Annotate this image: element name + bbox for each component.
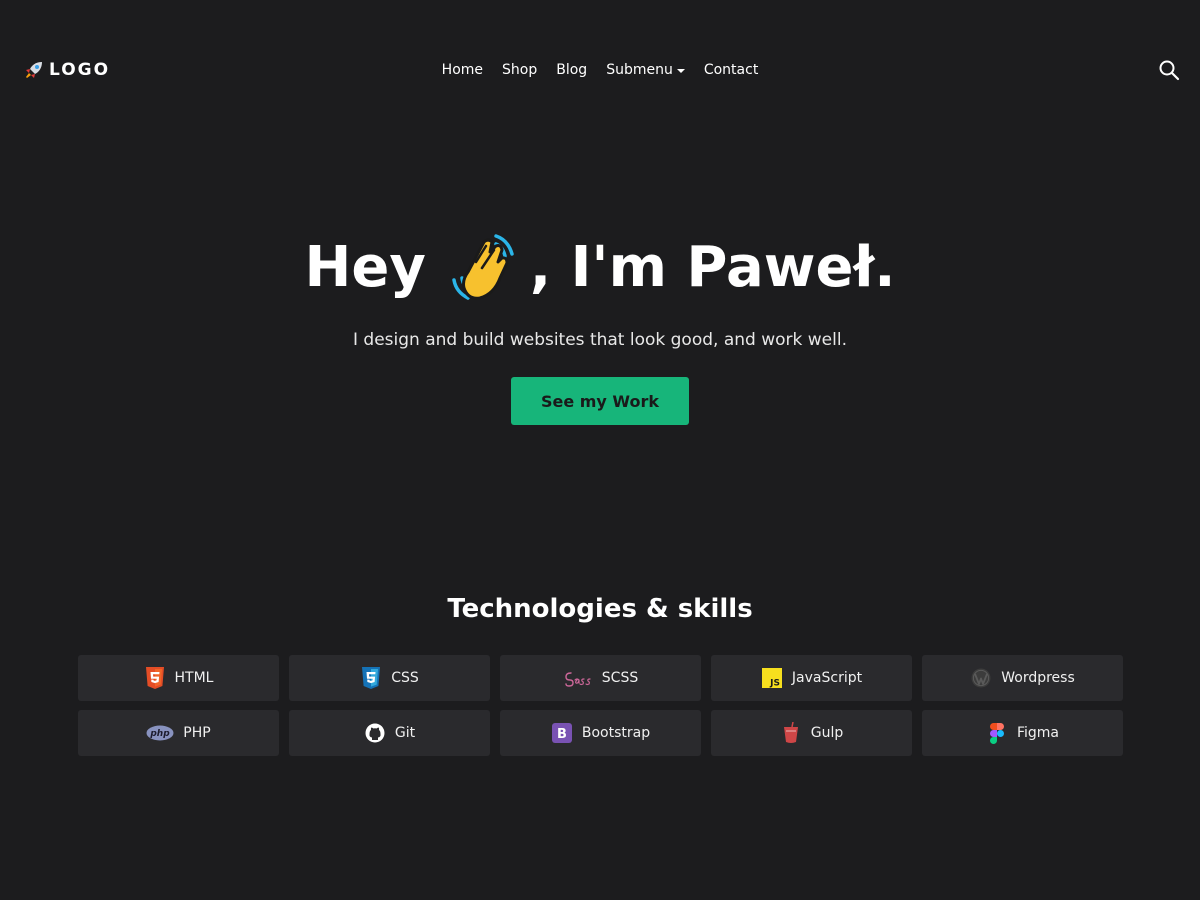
github-icon (364, 722, 386, 744)
skill-label: Wordpress (1001, 670, 1075, 686)
skill-card-figma: Figma (922, 710, 1123, 756)
skill-card-git: Git (289, 710, 490, 756)
skills-grid: HTML CSS SCSS JS JavaScript Wordpress ph… (78, 655, 1123, 756)
main-nav: Home Shop Blog Submenu Contact (0, 58, 1200, 82)
skill-label: Gulp (810, 725, 844, 741)
skill-card-bootstrap: B Bootstrap (500, 710, 701, 756)
skill-card-gulp: Gulp (711, 710, 912, 756)
figma-icon (986, 722, 1008, 744)
nav-item-shop[interactable]: Shop (502, 62, 537, 78)
skill-label: HTML (174, 670, 214, 686)
skill-card-javascript: JS JavaScript (711, 655, 912, 701)
bootstrap-icon: B (551, 722, 573, 744)
skill-label: Git (394, 725, 416, 741)
hero-title-greeting: Hey (304, 234, 426, 300)
php-icon: php (146, 722, 174, 744)
gulp-icon (780, 722, 802, 744)
skills-title: Technologies & skills (447, 594, 753, 624)
skill-label: PHP (183, 725, 211, 741)
nav-item-submenu-label: Submenu (606, 62, 673, 78)
skill-card-css: CSS (289, 655, 490, 701)
nav-item-contact[interactable]: Contact (704, 62, 758, 78)
caret-down-icon (676, 68, 685, 73)
site-header: LOGO Home Shop Blog Submenu Contact (0, 0, 1200, 140)
nav-item-home[interactable]: Home (442, 62, 483, 78)
search-button[interactable] (1157, 58, 1181, 82)
javascript-icon: JS (761, 667, 783, 689)
nav-item-submenu[interactable]: Submenu (606, 62, 685, 78)
skill-label: JavaScript (791, 670, 863, 686)
svg-text:JS: JS (769, 679, 780, 689)
css3-icon (360, 667, 382, 689)
see-my-work-button[interactable]: See my Work (511, 377, 689, 425)
svg-text:B: B (557, 727, 567, 742)
hero-subtitle: I design and build websites that look go… (353, 330, 847, 350)
hero-title-name: , I'm Paweł. (529, 234, 896, 300)
skill-label: Bootstrap (581, 725, 651, 741)
nav-item-blog[interactable]: Blog (556, 62, 587, 78)
search-icon (1157, 60, 1181, 86)
sass-icon (563, 667, 593, 689)
waving-hand-icon (446, 228, 524, 306)
skill-card-scss: SCSS (500, 655, 701, 701)
skill-label: SCSS (601, 670, 639, 686)
svg-text:php: php (150, 729, 171, 739)
html5-icon (144, 667, 166, 689)
skill-label: CSS (391, 670, 419, 686)
wordpress-icon (970, 667, 992, 689)
page: LOGO Home Shop Blog Submenu Contact Hey (0, 0, 1200, 900)
skill-card-php: php PHP (78, 710, 279, 756)
skill-label: Figma (1016, 725, 1060, 741)
skill-card-html: HTML (78, 655, 279, 701)
skill-card-wordpress: Wordpress (922, 655, 1123, 701)
hero-title: Hey , I'm Paweł. (0, 222, 1200, 312)
